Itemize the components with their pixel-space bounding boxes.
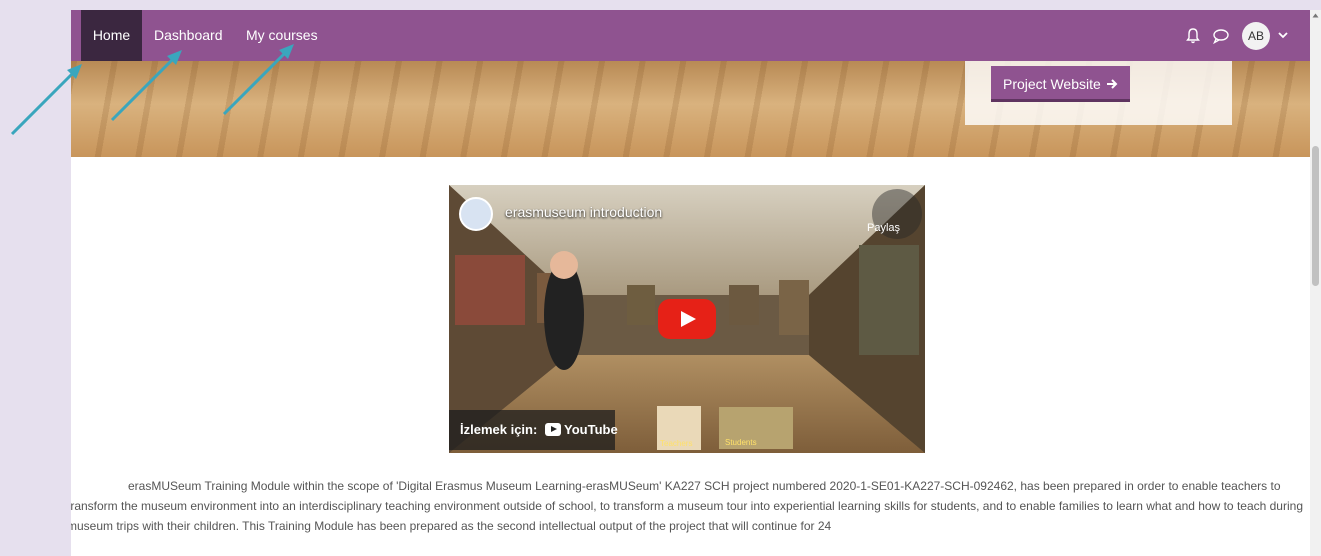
bell-icon[interactable] [1183,26,1203,46]
vertical-scrollbar[interactable] [1310,10,1321,556]
page: Home Dashboard My courses AB Project Web… [71,10,1310,556]
youtube-wordmark: YouTube [564,422,618,437]
user-avatar[interactable]: AB [1242,22,1270,50]
project-website-label: Project Website [1003,76,1101,92]
left-margin [0,0,71,556]
nav-dashboard[interactable]: Dashboard [154,10,223,61]
top-navbar: Home Dashboard My courses AB [71,10,1310,61]
students-thumbnail[interactable]: Students [719,407,793,449]
intro-text: erasMUSeum Training Module within the sc… [71,479,1303,533]
video-title[interactable]: erasmuseum introduction [505,204,662,220]
chat-icon[interactable] [1211,26,1231,46]
arrow-right-icon [1107,79,1118,89]
students-caption: Students [725,438,757,447]
nav-my-courses[interactable]: My courses [246,10,318,61]
play-button[interactable] [658,299,716,339]
youtube-icon [545,423,561,436]
intro-paragraph: erasMUSeum Training Module within the sc… [71,476,1310,536]
hero-banner: Project Website [71,61,1310,157]
chevron-down-icon[interactable] [1276,28,1290,42]
watch-on-youtube-button[interactable]: İzlemek için: YouTube [449,410,618,450]
scroll-up-icon[interactable] [1312,12,1319,19]
project-website-button[interactable]: Project Website [991,66,1130,102]
teachers-caption: Teachers [660,439,693,448]
channel-logo[interactable] [459,197,493,231]
share-label[interactable]: Paylaş [867,222,900,234]
scrollbar-thumb[interactable] [1312,146,1319,286]
watch-label: İzlemek için: [460,422,538,437]
nav-home[interactable]: Home [81,10,142,61]
youtube-embed[interactable]: erasmuseum introduction Paylaş İzlemek i… [449,185,925,453]
teachers-thumbnail[interactable]: Teachers [657,406,701,450]
